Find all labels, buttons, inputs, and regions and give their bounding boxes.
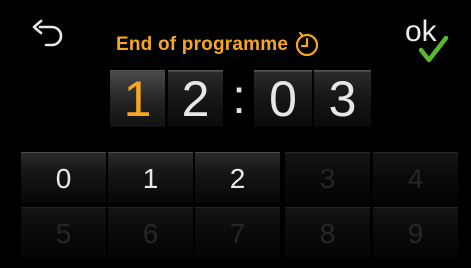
- keypad-key-3: 3: [285, 152, 370, 203]
- keypad-key-2[interactable]: 2: [195, 152, 280, 203]
- keypad-key-7: 7: [195, 207, 280, 258]
- keypad-key-1[interactable]: 1: [108, 152, 193, 203]
- page-title-row: End of programme: [116, 32, 320, 58]
- keypad-key-4: 4: [373, 152, 458, 203]
- keypad-key-8: 8: [285, 207, 370, 258]
- keypad-key-5: 5: [21, 207, 106, 258]
- keypad-key-9: 9: [373, 207, 458, 258]
- keypad-key-6: 6: [108, 207, 193, 258]
- ok-button[interactable]: ok: [405, 16, 457, 68]
- back-arrow-icon: [32, 19, 63, 47]
- time-separator: :: [232, 71, 246, 124]
- minute-units-digit[interactable]: 3: [314, 70, 371, 127]
- hour-units-digit[interactable]: 2: [168, 70, 223, 127]
- clock-icon: [296, 32, 319, 57]
- checkmark-icon: [419, 36, 449, 63]
- back-button[interactable]: [28, 18, 72, 54]
- hour-tens-digit[interactable]: 1: [110, 70, 165, 127]
- minute-tens-digit[interactable]: 0: [254, 70, 312, 127]
- keypad-key-0[interactable]: 0: [21, 152, 106, 203]
- timer-screen: End of programme ok 1 2 : 0 3 0 1 2 3 4 …: [0, 0, 471, 268]
- page-title: End of programme: [116, 34, 289, 55]
